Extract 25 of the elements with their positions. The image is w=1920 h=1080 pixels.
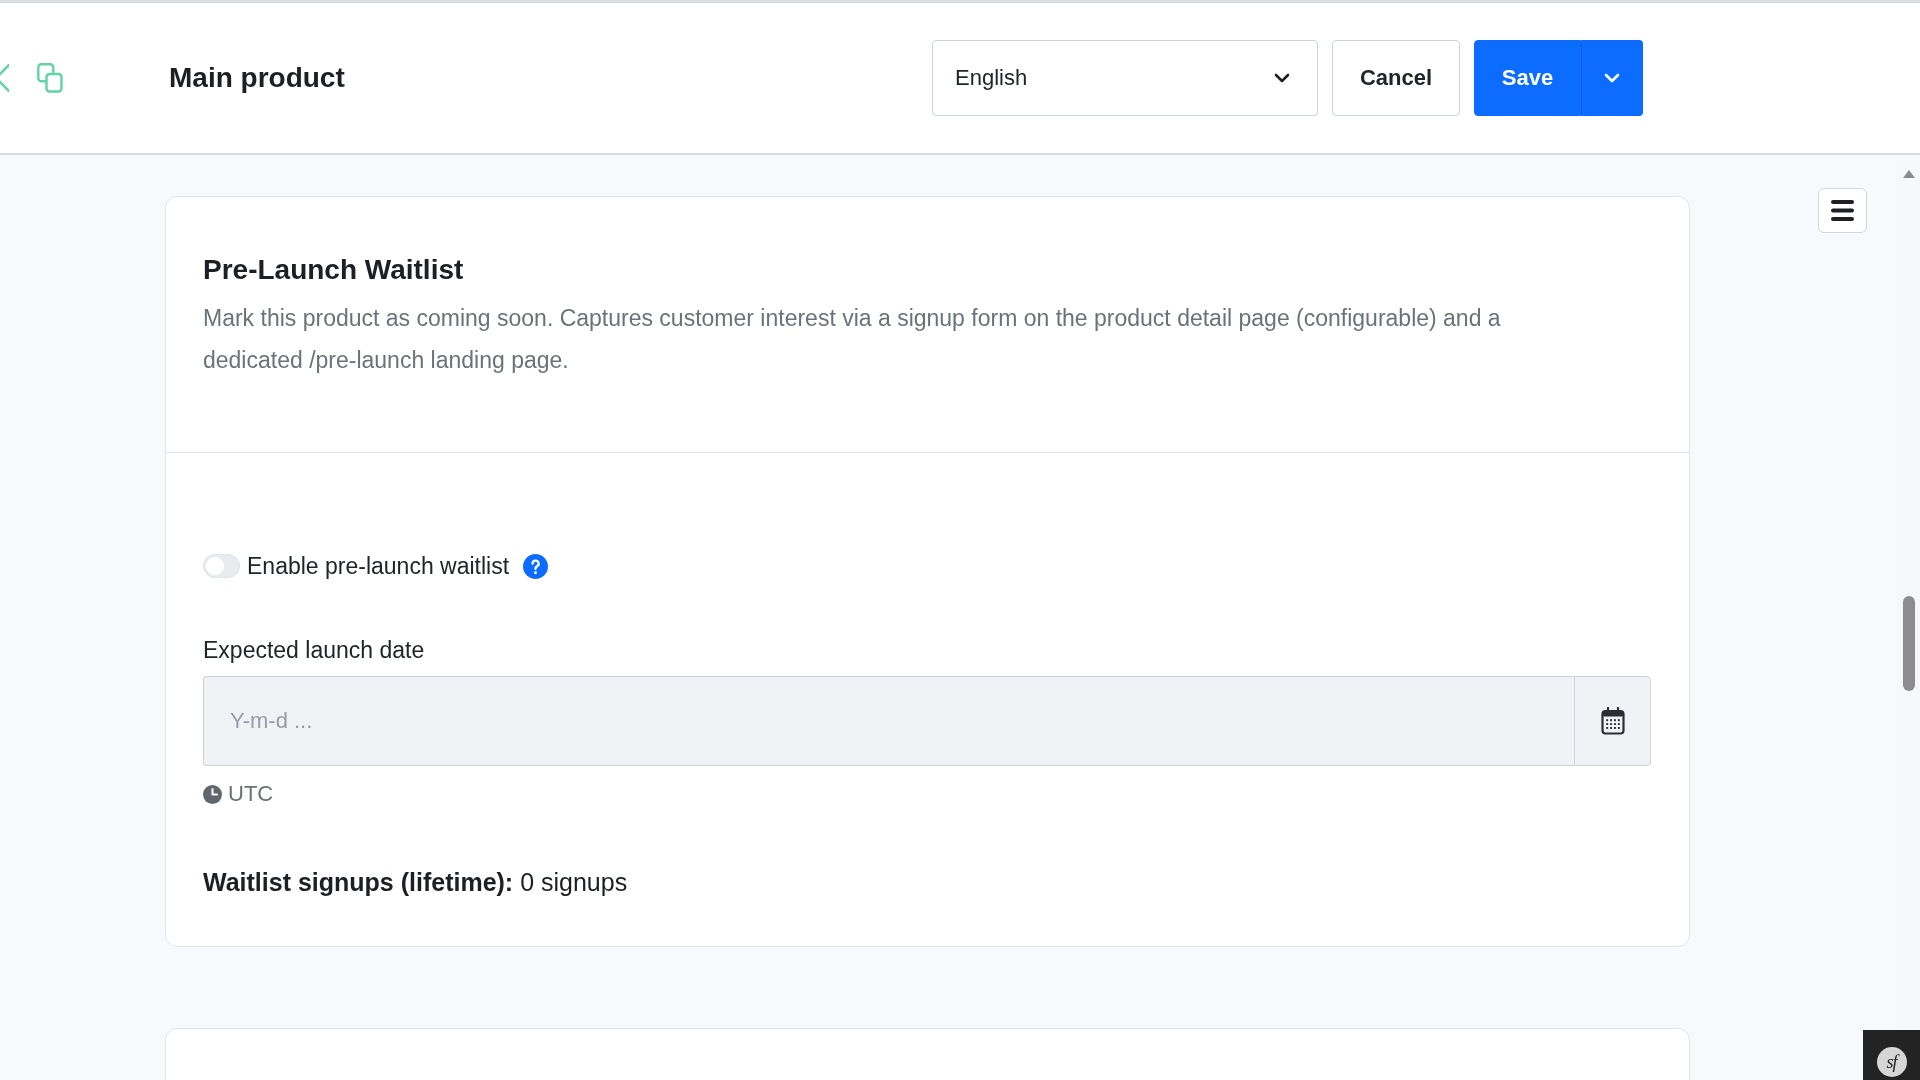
page-title: Main product [169, 61, 345, 95]
date-input-field[interactable]: Y-m-d ... [203, 676, 1574, 766]
card-title: Pre-Launch Waitlist [203, 253, 464, 287]
toggle-switch[interactable] [203, 554, 240, 578]
calendar-icon [1600, 707, 1625, 735]
menu-button[interactable] [1818, 188, 1867, 233]
scroll-up-arrow-icon[interactable] [1902, 170, 1915, 178]
logo-button[interactable]: sf [1863, 1030, 1920, 1080]
scrollbar-thumb[interactable] [1902, 596, 1915, 691]
save-button[interactable]: Save [1474, 40, 1581, 116]
signups-text: Waitlist signups (lifetime): 0 signups [203, 867, 628, 898]
menu-icon [1831, 200, 1854, 221]
copy-icon[interactable] [37, 63, 63, 93]
card-description: Mark this product as coming soon. Captures customer interest via a signup form on the product detail page (configurable) and a dedicated /pre-launch landing page. [203, 304, 1502, 375]
cancel-button[interactable]: Cancel [1332, 40, 1460, 116]
language-select[interactable]: English [932, 40, 1318, 116]
timezone-text: UTC [228, 780, 274, 808]
help-icon[interactable] [523, 553, 549, 579]
calendar-button[interactable] [1574, 676, 1651, 766]
clock-icon [203, 784, 222, 804]
toggle-label: Enable pre-launch waitlist [247, 552, 510, 581]
chevron-left-icon[interactable] [0, 64, 9, 92]
chevron-down-icon [1274, 73, 1290, 83]
field-label: Expected launch date [203, 636, 425, 665]
caret-icon [1604, 73, 1620, 83]
